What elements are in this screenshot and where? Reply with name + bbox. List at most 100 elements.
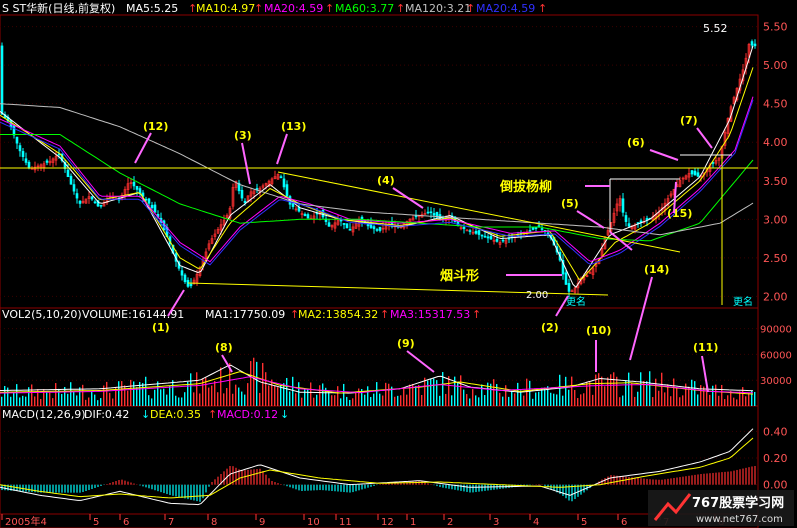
volume-bar — [550, 392, 552, 406]
volume-bar — [703, 386, 705, 406]
arrow-down-icon: ↓ — [141, 408, 150, 421]
volume-bar — [382, 395, 384, 406]
volume-bar — [340, 398, 342, 406]
candle-body — [480, 234, 484, 237]
candle-body — [99, 204, 103, 207]
volume-bar — [220, 367, 222, 406]
candle-body — [327, 222, 331, 227]
date-tick-label: 6 — [123, 517, 129, 528]
date-tick-label: 1 — [410, 517, 416, 528]
candle-body — [90, 196, 94, 200]
candle-body — [135, 186, 139, 190]
volume-bar — [136, 387, 138, 406]
volume-bar — [298, 382, 300, 406]
volume-bar — [592, 394, 594, 406]
annotation-8: (8) — [215, 341, 233, 354]
volume-bar — [295, 393, 297, 406]
annotation-1: (1) — [152, 321, 170, 334]
volume-bar — [460, 375, 462, 406]
volume-bar — [586, 381, 588, 406]
volume-bar — [724, 399, 726, 406]
volume-bar — [727, 395, 729, 406]
volume-bar — [352, 398, 354, 406]
volume-bar — [715, 384, 717, 406]
vol-ma2-label: MA2:13854.32 — [298, 308, 378, 321]
volume-bar — [565, 376, 567, 406]
candle-body — [468, 230, 472, 232]
volume-bar — [283, 383, 285, 406]
volume-bar — [46, 391, 48, 406]
volume-bar — [718, 395, 720, 406]
candle-body — [378, 226, 382, 231]
volume-bar — [208, 387, 210, 406]
volume-bar — [367, 386, 369, 406]
candle-body — [531, 227, 535, 230]
volume-bar — [721, 384, 723, 406]
daobayangliu-label: 倒拔杨柳 — [499, 179, 552, 195]
volume-bar — [343, 383, 345, 406]
arrow-14 — [629, 276, 653, 361]
volume-bar — [82, 384, 84, 406]
arrow-up-icon: ↑ — [254, 2, 263, 15]
high-price-label: 5.52 — [703, 22, 728, 35]
low-price-label: 2.00 — [526, 290, 548, 301]
volume-bar — [736, 399, 738, 406]
macd-tick-label: 0.40 — [763, 425, 788, 438]
volume-bar — [241, 391, 243, 406]
candle-body — [429, 211, 433, 214]
volume-bar — [373, 393, 375, 406]
arrow-down-icon: ↓ — [280, 408, 289, 421]
candle-body — [501, 239, 505, 242]
arrow-up-icon: ↑ — [396, 2, 405, 15]
volume-bar — [109, 392, 111, 406]
volume-bar — [478, 397, 480, 406]
volume-bar — [664, 392, 666, 406]
volume-bar — [532, 398, 534, 406]
volume-bar — [583, 393, 585, 406]
volume-bar — [436, 380, 438, 406]
volume-bar — [457, 382, 459, 406]
volume-bar — [649, 371, 651, 406]
volume-bar — [190, 373, 192, 406]
volume-bar — [313, 397, 315, 406]
arrow-up-icon: ↑ — [208, 408, 217, 421]
volume-bar — [472, 389, 474, 406]
annotation-5: (5) — [561, 197, 579, 210]
arrow-up-icon: ↑ — [325, 2, 334, 15]
volume-bar — [337, 386, 339, 406]
volume-bar — [133, 381, 135, 406]
candle-body — [78, 200, 82, 204]
volume-bar — [709, 394, 711, 406]
candle-body — [138, 188, 142, 194]
annotation-2: (2) — [541, 321, 559, 334]
volume-bar — [427, 380, 429, 406]
volume-bar — [112, 398, 114, 406]
candle-body — [291, 203, 295, 207]
volume-bar — [562, 395, 564, 406]
arrow-8 — [221, 354, 233, 373]
watermark-url: www.net767.com — [696, 514, 783, 525]
candle-body — [495, 238, 499, 242]
volume-bar — [31, 384, 33, 406]
volume-bar — [52, 398, 54, 406]
volume-bar — [55, 383, 57, 406]
volume-bar — [679, 397, 681, 406]
candle-body — [93, 201, 97, 204]
candle-body — [528, 230, 532, 232]
price-tick-label: 3.00 — [763, 213, 788, 226]
volume-bar — [526, 378, 528, 406]
ma10-label: MA10:4.97 — [196, 2, 255, 15]
volume-bar — [580, 394, 582, 406]
vol-ma3-label: MA3:15317.53 — [390, 308, 470, 321]
volume-bar — [154, 389, 156, 406]
date-tick-label: 5 — [581, 517, 587, 528]
volume-bar — [628, 372, 630, 406]
macd-line-dea — [0, 437, 754, 499]
date-tick-label: 10 — [307, 517, 320, 528]
volume-bar — [247, 383, 249, 406]
arrow-11 — [701, 355, 709, 393]
volume-bar — [322, 383, 324, 406]
volume-bar — [91, 391, 93, 406]
volume-bar — [430, 378, 432, 406]
volume-bar — [118, 381, 120, 406]
